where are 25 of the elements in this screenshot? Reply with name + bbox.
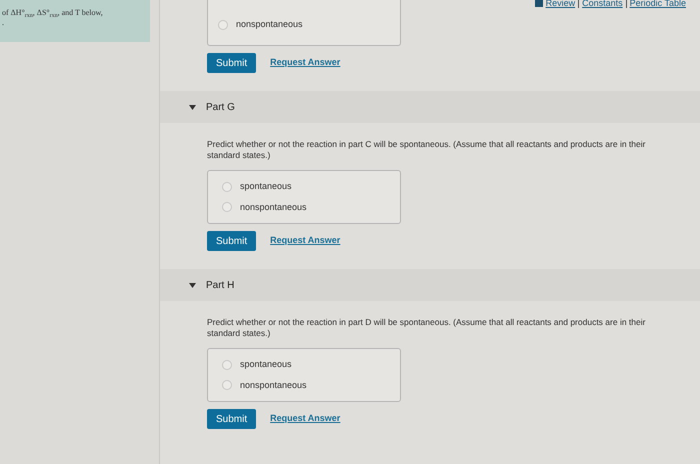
submit-button[interactable]: Submit	[207, 53, 256, 73]
radio-button[interactable]	[222, 360, 232, 370]
question-text: Predict whether or not the reaction in part C will be spontaneous. (Assume that all reactants and products are in their standard states.)	[207, 139, 646, 161]
part-title: Part G	[206, 100, 235, 114]
option-label: nonspontaneous	[240, 200, 307, 214]
option-label: spontaneous	[240, 358, 292, 371]
radio-button[interactable]	[218, 20, 228, 30]
request-answer-link[interactable]: Request Answer	[270, 234, 340, 248]
submit-button[interactable]: Submit	[207, 409, 256, 429]
radio-button[interactable]	[222, 182, 232, 192]
request-answer-link[interactable]: Request Answer	[270, 56, 340, 70]
part-title: Part H	[206, 278, 234, 292]
submit-button[interactable]: Submit	[207, 231, 256, 251]
context-text: .	[2, 18, 5, 28]
part-header[interactable]: Part H	[160, 269, 700, 301]
radio-button[interactable]	[222, 380, 232, 390]
top-link[interactable]: Constants	[582, 0, 623, 10]
part-header[interactable]: Part G	[160, 91, 700, 123]
option-label: nonspontaneous	[240, 378, 307, 392]
context-text: of ΔH°$_{rxn}$, ΔS°$_{rxn}$, and T below,	[2, 8, 104, 18]
option-label: nonspontaneous	[236, 18, 303, 31]
question-text: Predict whether or not the reaction in part D will be spontaneous. (Assume that all reactants and products are in their standard states.)	[207, 317, 646, 339]
radio-button[interactable]	[222, 202, 232, 212]
option-label: spontaneous	[240, 180, 292, 193]
request-answer-link[interactable]: Request Answer	[270, 412, 340, 426]
